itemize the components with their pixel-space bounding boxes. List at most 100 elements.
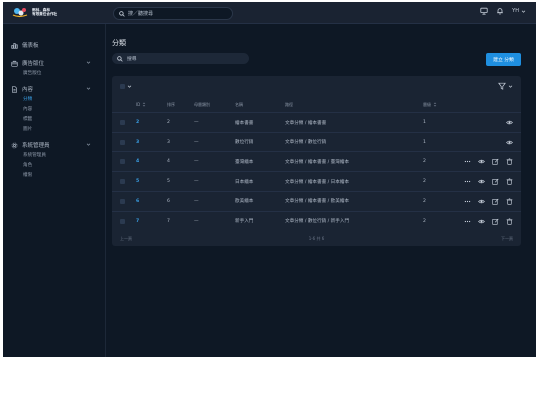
row-actions [506, 113, 513, 132]
cell-parent: — [194, 159, 199, 165]
eye-icon[interactable] [506, 119, 513, 126]
column-header-level[interactable]: 層級 [423, 98, 437, 111]
bell-icon[interactable] [496, 7, 504, 15]
row-checkbox[interactable] [120, 179, 125, 185]
search-input[interactable]: 搜尋 [112, 53, 249, 64]
table-row[interactable]: 3 3 — 數位行銷 文章分類 / 數位行銷 1 [112, 131, 521, 152]
more-icon[interactable] [464, 178, 471, 185]
user-initials: YH [512, 8, 519, 14]
more-icon[interactable] [464, 158, 471, 165]
table-row[interactable]: 7 7 — 新手入門 文章分類 / 數位行銷 / 新手入門 2 [112, 210, 521, 231]
trash-icon[interactable] [506, 158, 513, 166]
cell-id[interactable]: 5 [136, 172, 139, 191]
eye-icon[interactable] [478, 218, 485, 225]
sidebar-subitem-content[interactable]: 內容 [3, 104, 105, 114]
edit-icon[interactable] [492, 198, 499, 205]
sidebar-subitem-ad-placements[interactable]: 廣告版位 [3, 68, 105, 78]
more-icon[interactable] [464, 198, 471, 205]
bulk-select-dropdown[interactable] [120, 84, 132, 89]
cell-parent: — [194, 218, 199, 224]
monitor-icon[interactable] [480, 7, 488, 15]
edit-icon[interactable] [492, 158, 499, 166]
cell-sort: 5 [167, 179, 170, 185]
sort-icon [142, 102, 146, 107]
sidebar-subitem-roles[interactable]: 角色 [3, 160, 105, 170]
logo[interactable]: 雨林．森林 有限責任合作社 [11, 6, 57, 18]
global-search-placeholder: 搜／聽搜尋 [128, 11, 154, 17]
trash-icon[interactable] [506, 178, 513, 185]
table-row[interactable]: 6 6 — 歐美繪本 文章分類 / 繪本書書 / 歐美繪本 2 [112, 190, 521, 211]
trash-icon[interactable] [506, 217, 513, 225]
trash-icon[interactable] [506, 198, 513, 205]
sidebar-item-dashboard[interactable]: 儀表板 [3, 40, 105, 50]
cell-path: 文章分類 / 數位行銷 / 新手入門 [285, 219, 350, 224]
document-icon [11, 85, 18, 93]
sidebar-item-system-admins[interactable]: 系統管理員 [3, 140, 105, 150]
cell-level: 2 [423, 179, 426, 185]
sidebar-item-label: 儀表板 [22, 43, 39, 49]
sidebar-subitem-images[interactable]: 圖片 [3, 124, 105, 134]
column-header-name: 名稱 [235, 101, 243, 107]
global-search-input[interactable]: 搜／聽搜尋 [113, 7, 233, 20]
create-category-button[interactable]: 建立 分類 [486, 53, 521, 66]
column-header-id[interactable]: ID [136, 98, 146, 111]
sidebar-subitem-system-admins[interactable]: 系統管理員 [3, 150, 105, 160]
cell-id[interactable]: 6 [136, 192, 139, 211]
cell-level: 2 [423, 159, 426, 165]
row-checkbox[interactable] [120, 139, 125, 145]
column-header-path: 路徑 [285, 101, 293, 107]
table-row[interactable]: 5 5 — 日本繪本 文章分類 / 繪本書書 / 日本繪本 2 [112, 171, 521, 191]
main-content: 分類 搜尋 建立 分類 ID 排序 母層類別 名稱 路徑 層級 2 2 — 繪本… [112, 24, 536, 357]
row-actions [464, 152, 513, 171]
more-icon[interactable] [464, 218, 471, 225]
edit-icon[interactable] [492, 178, 499, 185]
sidebar-item-content[interactable]: 內容 [3, 84, 105, 94]
eye-icon[interactable] [478, 158, 485, 165]
select-all-checkbox[interactable] [120, 84, 125, 89]
table-row[interactable]: 4 4 — 臺灣繪本 文章分類 / 繪本書書 / 臺灣繪本 2 [112, 151, 521, 171]
logo-mark-icon [11, 6, 29, 18]
next-page-button[interactable]: 下一頁 [501, 234, 513, 244]
cell-sort: 2 [167, 120, 170, 125]
sidebar-subitem-tags[interactable]: 標籤 [3, 114, 105, 124]
filter-dropdown[interactable] [498, 82, 513, 90]
column-header-sort: 排序 [167, 101, 175, 107]
logo-text-line2: 有限責任合作社 [32, 12, 58, 16]
chart-icon [11, 42, 18, 49]
sidebar-subitem-categories[interactable]: 分類 [3, 94, 105, 104]
cell-name: 日本繪本 [235, 179, 254, 185]
filter-icon [498, 82, 506, 90]
top-bar: 雨林．森林 有限責任合作社 搜／聽搜尋 YH [3, 2, 536, 24]
eye-icon[interactable] [478, 178, 485, 185]
sidebar-item-ad-placements[interactable]: 廣告版位 [3, 58, 105, 68]
row-checkbox[interactable] [120, 159, 125, 165]
chevron-down-icon [508, 84, 513, 89]
table-row[interactable]: 2 2 — 繪本書書 文章分類 / 繪本書書 1 [112, 112, 521, 132]
row-checkbox[interactable] [120, 120, 125, 125]
cell-level: 1 [423, 139, 426, 145]
row-checkbox[interactable] [120, 198, 125, 204]
row-checkbox[interactable] [120, 218, 125, 224]
edit-icon[interactable] [492, 218, 499, 225]
chevron-down-icon [86, 86, 91, 91]
chevron-down-icon [86, 142, 91, 147]
table-toolbar [112, 76, 521, 96]
eye-icon[interactable] [506, 139, 513, 146]
sidebar-subitem-permissions[interactable]: 權限 [3, 170, 105, 180]
table-panel: ID 排序 母層類別 名稱 路徑 層級 2 2— 繪本書書 文章分類 / 繪本書書 1 3… [112, 76, 521, 246]
sidebar-item-label: 內容 [22, 87, 34, 93]
chevron-down-icon [86, 60, 91, 65]
cell-id[interactable]: 2 [136, 113, 139, 132]
chevron-down-icon [521, 9, 526, 14]
eye-icon[interactable] [478, 198, 485, 205]
search-icon [119, 10, 125, 17]
user-menu-button[interactable]: YH [512, 8, 526, 14]
search-placeholder: 搜尋 [127, 57, 137, 62]
row-actions [464, 192, 513, 211]
sort-icon [433, 102, 437, 107]
chevron-down-icon [127, 84, 132, 89]
row-actions [506, 133, 513, 152]
cell-id[interactable]: 4 [136, 152, 139, 171]
cell-id[interactable]: 3 [136, 133, 139, 152]
cell-id[interactable]: 7 [136, 212, 139, 231]
